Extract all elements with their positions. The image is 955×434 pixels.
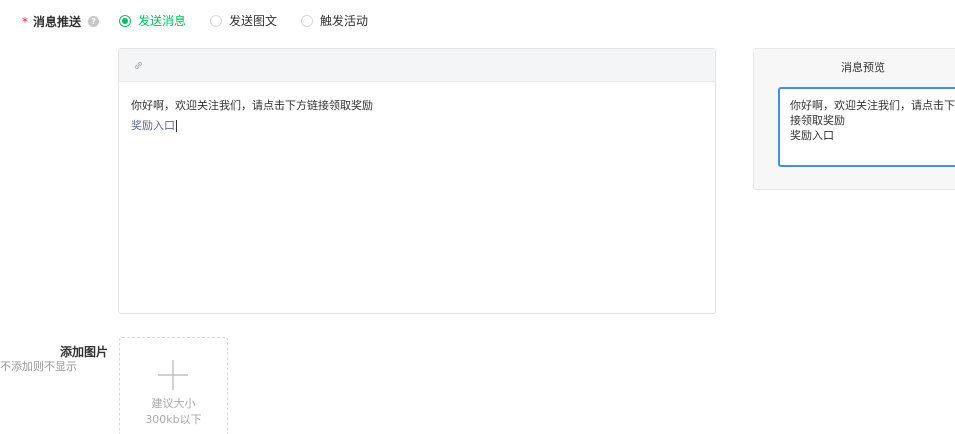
link-icon[interactable]: [131, 58, 145, 72]
preview-title: 消息预览: [841, 61, 885, 74]
upload-hint-line: 建议大小: [151, 397, 196, 410]
required-mark: *: [22, 14, 28, 29]
push-type-radio-group: 发送消息 发送图文 触发活动: [119, 12, 392, 29]
plus-icon: [156, 358, 190, 392]
question-circle-icon[interactable]: ?: [88, 16, 100, 27]
preview-line: 你好啊，欢迎关注我们，请点击下方链: [790, 99, 955, 112]
upload-size-hint: 建议大小 300kb以下: [120, 396, 227, 428]
radio-circle: [301, 14, 314, 27]
upload-hint-line: 300kb以下: [145, 413, 202, 426]
radio-trigger-activity-label: 触发活动: [320, 14, 369, 28]
text-caret: [176, 120, 177, 132]
message-push-label: * 消息推送 ?: [22, 13, 100, 30]
radio-circle-checked: [119, 14, 131, 27]
add-image-sublabel: 不添加则不显示: [0, 360, 77, 373]
editor-content[interactable]: 你好啊，欢迎关注我们，请点击下方链接领取奖励 奖励入口: [119, 82, 715, 150]
image-upload-button[interactable]: 建议大小 300kb以下: [119, 337, 228, 434]
radio-send-message[interactable]: 发送消息: [119, 12, 186, 29]
preview-line: 奖励入口: [790, 129, 834, 142]
radio-trigger-activity[interactable]: 触发活动: [301, 12, 368, 29]
radio-send-message-label: 发送消息: [138, 14, 187, 28]
radio-send-article-label: 发送图文: [229, 14, 278, 28]
editor-text-line: 你好啊，欢迎关注我们，请点击下方链接领取奖励: [131, 99, 373, 112]
radio-circle: [210, 14, 223, 27]
message-preview-panel: 消息预览 你好啊，欢迎关注我们，请点击下方链 接领取奖励 奖励入口: [753, 48, 955, 190]
preview-message-bubble: 你好啊，欢迎关注我们，请点击下方链 接领取奖励 奖励入口: [778, 87, 955, 167]
editor-link-line: 奖励入口: [131, 116, 703, 136]
reward-entry-link[interactable]: 奖励入口: [131, 119, 175, 132]
message-push-label-text: 消息推送: [33, 15, 82, 29]
editor-toolbar: [119, 49, 715, 82]
preview-line: 接领取奖励: [790, 114, 845, 127]
radio-send-article[interactable]: 发送图文: [210, 12, 277, 29]
message-editor: 你好啊，欢迎关注我们，请点击下方链接领取奖励 奖励入口: [118, 48, 716, 314]
page: * 消息推送 ? 发送消息 发送图文 触发活动 你好啊，欢迎关注我们，请点击下方…: [0, 0, 955, 434]
